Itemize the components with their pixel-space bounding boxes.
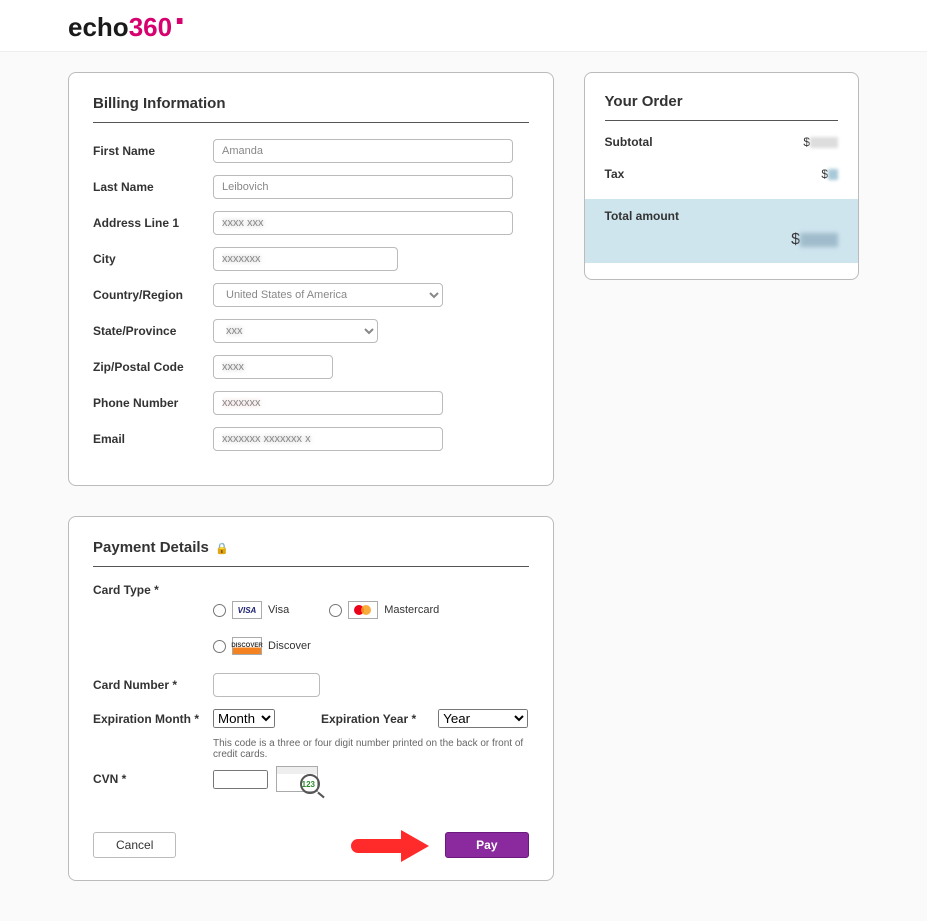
address1-field[interactable] [213, 211, 513, 235]
phone-field[interactable] [213, 391, 443, 415]
first-name-label: First Name [93, 144, 213, 158]
brand-part1: echo [68, 12, 129, 42]
email-label: Email [93, 432, 213, 446]
state-select[interactable]: xxx [213, 319, 378, 343]
page-header: echo360. [0, 0, 927, 52]
country-select[interactable]: United States of America [213, 283, 443, 307]
payment-card: Payment Details 🔒 Card Type * VISA Visa … [68, 516, 554, 881]
city-field[interactable] [213, 247, 398, 271]
zip-field[interactable] [213, 355, 333, 379]
total-label: Total amount [605, 209, 838, 223]
visa-radio[interactable] [213, 604, 226, 617]
exp-month-select[interactable]: Month [213, 709, 275, 728]
order-heading: Your Order [605, 93, 838, 121]
billing-card: Billing Information First Name Last Name… [68, 72, 554, 486]
cvn-hint: This code is a three or four digit numbe… [213, 738, 529, 760]
total-value: $ [605, 231, 838, 249]
tax-value: $ [821, 167, 838, 181]
cvn-label: CVN * [93, 772, 213, 786]
phone-label: Phone Number [93, 396, 213, 410]
first-name-field[interactable] [213, 139, 513, 163]
city-label: City [93, 252, 213, 266]
cancel-button[interactable]: Cancel [93, 832, 176, 858]
order-card: Your Order Subtotal $ Tax $ Total amount… [584, 72, 859, 280]
visa-icon: VISA [232, 601, 262, 619]
card-type-mastercard[interactable]: Mastercard [329, 601, 439, 619]
subtotal-label: Subtotal [605, 135, 653, 149]
tax-label: Tax [605, 167, 625, 181]
zip-label: Zip/Postal Code [93, 360, 213, 374]
brand-part2: 360 [129, 12, 172, 42]
card-type-visa[interactable]: VISA Visa [213, 601, 289, 619]
address1-label: Address Line 1 [93, 216, 213, 230]
exp-year-label: Expiration Year * [321, 712, 416, 726]
state-label: State/Province [93, 324, 213, 338]
card-number-field[interactable] [213, 673, 320, 697]
payment-heading: Payment Details 🔒 [93, 539, 529, 567]
subtotal-value: $ [803, 135, 838, 149]
pay-button[interactable]: Pay [445, 832, 528, 858]
mastercard-radio[interactable] [329, 604, 342, 617]
brand-dot-icon: . [174, 0, 185, 33]
cvn-field[interactable] [213, 770, 268, 789]
mastercard-icon [348, 601, 378, 619]
lock-icon: 🔒 [215, 543, 229, 555]
billing-heading: Billing Information [93, 95, 529, 123]
country-label: Country/Region [93, 288, 213, 302]
brand-logo: echo360. [68, 12, 927, 43]
card-number-label: Card Number * [93, 678, 213, 692]
discover-icon: DISCOVER [232, 637, 262, 655]
email-field[interactable] [213, 427, 443, 451]
cvn-help-icon [276, 766, 318, 792]
last-name-label: Last Name [93, 180, 213, 194]
exp-month-label: Expiration Month * [93, 712, 213, 726]
arrow-annotation-icon [351, 830, 439, 860]
discover-radio[interactable] [213, 640, 226, 653]
total-section: Total amount $ [585, 199, 858, 263]
exp-year-select[interactable]: Year [438, 709, 528, 728]
card-type-label: Card Type * [93, 583, 213, 597]
card-type-discover[interactable]: DISCOVER Discover [213, 637, 529, 655]
last-name-field[interactable] [213, 175, 513, 199]
